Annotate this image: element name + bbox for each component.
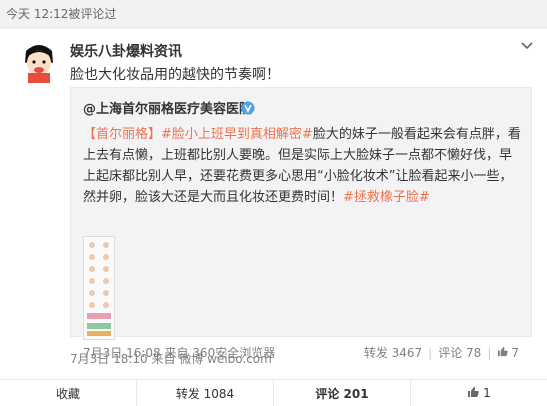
retweet-image-thumbnail[interactable] bbox=[83, 236, 115, 340]
retweet-text: 【首尔丽格】#脸小上班早到真相解密#脸大的妹子一般看起来会有点胖，看上去有点懒，… bbox=[83, 124, 523, 208]
hashtag-link-2[interactable]: #拯救橡子脸# bbox=[343, 190, 430, 205]
favorite-button[interactable]: 收藏 bbox=[0, 380, 137, 406]
weibo-card: 娱乐八卦爆料资讯 脸也大化妆品用的越快的节奏啊！ @上海首尔丽格医疗美容医院 【… bbox=[0, 29, 547, 406]
retweet-author[interactable]: @上海首尔丽格医疗美容医院 bbox=[83, 98, 252, 117]
post-author[interactable]: 娱乐八卦爆料资讯 bbox=[70, 41, 182, 61]
divider: | bbox=[487, 345, 492, 360]
thumbs-up-icon[interactable] bbox=[497, 346, 511, 360]
comment-timestamp: 今天 12:12被评论过 bbox=[6, 7, 117, 21]
post-meta: 7月3日 18:10 来自 微博 weibo.com bbox=[70, 352, 272, 366]
post-text: 脸也大化妆品用的越快的节奏啊！ bbox=[70, 67, 280, 83]
thumbs-up-icon bbox=[467, 386, 483, 401]
top-bar: 今天 12:12被评论过 bbox=[0, 0, 547, 28]
divider: | bbox=[428, 345, 433, 360]
avatar[interactable] bbox=[16, 37, 62, 83]
brand-tag: 【首尔丽格】 bbox=[83, 127, 162, 142]
like-count: 1 bbox=[483, 386, 491, 400]
chevron-down-icon[interactable] bbox=[521, 35, 533, 54]
verified-badge-icon bbox=[241, 100, 255, 119]
favorite-label: 收藏 bbox=[55, 386, 80, 401]
retweet-comment-count[interactable]: 评论 78 bbox=[438, 344, 481, 361]
retweet-stats: 转发 3467 | 评论 78 | 7 bbox=[364, 344, 519, 361]
action-bar: 收藏 转发 1084 评论 201 1 bbox=[0, 379, 547, 406]
repost-button[interactable]: 转发 1084 bbox=[137, 380, 274, 406]
retweet-box: @上海首尔丽格医疗美容医院 【首尔丽格】#脸小上班早到真相解密#脸大的妹子一般看… bbox=[70, 87, 532, 360]
repost-label: 转发 1084 bbox=[175, 386, 235, 401]
comment-button[interactable]: 评论 201 bbox=[274, 380, 411, 406]
comment-label: 评论 201 bbox=[315, 386, 369, 401]
hashtag-link[interactable]: #脸小上班早到真相解密# bbox=[161, 127, 313, 142]
retweet-like-count[interactable]: 7 bbox=[511, 346, 519, 360]
retweet-repost-count[interactable]: 转发 3467 bbox=[364, 344, 422, 361]
like-button[interactable]: 1 bbox=[411, 380, 547, 406]
